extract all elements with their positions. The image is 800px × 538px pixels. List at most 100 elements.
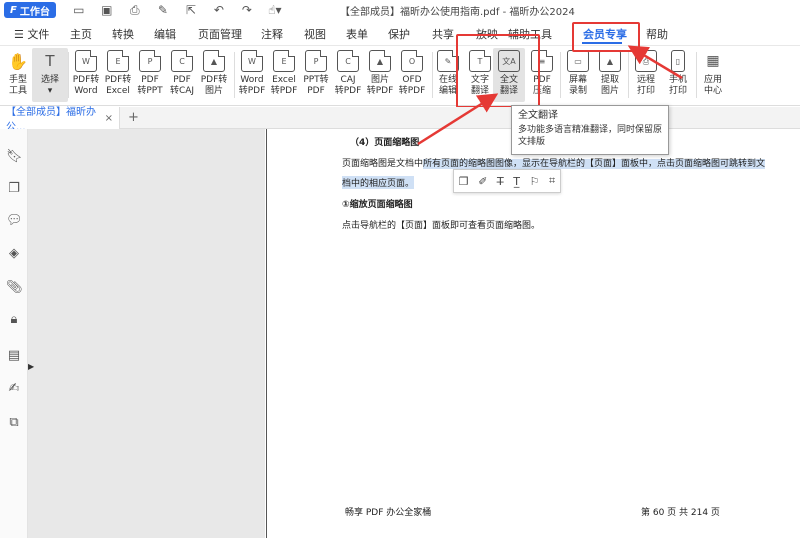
workbench-label: 工作台: [19, 6, 50, 18]
member-tab-highlight: [572, 22, 640, 52]
selected-text[interactable]: 所有页面的缩略图图像，显示在导航栏的【页面】面板中，点击页面缩略图可跳转到文: [423, 159, 766, 169]
ofd-to-pdf-button[interactable]: O OFD 转PDF: [394, 50, 430, 97]
menu-file-label: 文件: [27, 28, 50, 41]
menu-annotate[interactable]: 注释: [261, 26, 283, 42]
paragraph-1-end[interactable]: 档中的相应页面。: [342, 176, 415, 189]
app-center-label: 应用 中心: [703, 75, 722, 96]
full-translate-tooltip: 全文翻译 多功能多语言精准翻译，同时保留原文排版: [511, 105, 669, 155]
document-tab-bar: 【全部成员】福昕办公... × +: [0, 107, 800, 133]
document-tab[interactable]: 【全部成员】福昕办公... ×: [0, 107, 120, 133]
menu-home[interactable]: 主页: [70, 26, 92, 42]
remote-print-icon: ⎙: [635, 50, 657, 72]
image-to-pdf-label: 图片 转PDF: [366, 75, 394, 96]
ocr-text-icon[interactable]: ⌗: [549, 174, 555, 188]
compare-icon[interactable]: ⧉: [6, 415, 22, 431]
pdf-to-excel-label: PDF转 Excel: [104, 75, 132, 96]
save-icon[interactable]: ▣: [98, 3, 116, 18]
app-center-button[interactable]: ▦ 应用 中心: [695, 50, 731, 97]
excel-to-pdf-label: Excel 转PDF: [270, 75, 298, 96]
remote-print-label: 远程 打印: [636, 75, 655, 96]
redo-icon[interactable]: ↷: [238, 3, 256, 18]
online-edit-label: 在线 编辑: [438, 75, 457, 96]
pdf-to-word-button[interactable]: W PDF转 Word: [68, 50, 104, 97]
ppt-to-pdf-label: PPT转 PDF: [303, 75, 329, 96]
left-sidebar: 🔖︎ ❐ 💬︎ ◈ 📎︎ 🔒︎ ▤ ✍︎ ⧉: [0, 129, 28, 538]
menu-protect[interactable]: 保护: [388, 26, 410, 42]
collapse-panel-arrow-icon[interactable]: ▶: [28, 362, 34, 372]
menu-share[interactable]: 共享: [432, 26, 454, 42]
word-file-icon: W: [75, 50, 97, 72]
navigation-panel-area: [28, 129, 265, 538]
caj-file-icon: C: [337, 50, 359, 72]
extract-image-icon: ▲: [599, 50, 621, 72]
signature-icon[interactable]: ✍︎: [6, 381, 22, 397]
word-to-pdf-button[interactable]: W Word 转PDF: [234, 50, 270, 97]
pdf-to-excel-button[interactable]: E PDF转 Excel: [100, 50, 136, 97]
cursor-select-icon: T: [45, 51, 55, 70]
document-title: 【全部成员】福昕办公使用指南.pdf - 福昕办公2024: [340, 7, 575, 18]
page-footer-left: 畅享 PDF 办公全家桶: [345, 508, 432, 518]
undo-icon[interactable]: ↶: [210, 3, 228, 18]
paragraph-1-start: 页面缩略图是文档中: [342, 159, 424, 169]
bookmark-add-icon[interactable]: ⚐: [530, 175, 540, 188]
hand-tool-button[interactable]: ✋ 手型 工具: [0, 50, 36, 97]
highlight-pen-icon[interactable]: ✐: [478, 175, 487, 188]
pdf-to-image-label: PDF转 图片: [200, 75, 228, 96]
hand-icon: ✋: [8, 51, 28, 71]
strikethrough-icon[interactable]: T̶: [497, 175, 504, 188]
tooltip-title: 全文翻译: [518, 110, 558, 121]
mobile-print-label: 手机 打印: [668, 75, 687, 96]
screen-record-label: 屏幕 录制: [568, 75, 587, 96]
extract-image-button[interactable]: ▲ 提取 图片: [592, 50, 628, 97]
share-icon[interactable]: ⇱: [182, 3, 200, 18]
screen-record-button[interactable]: ▭ 屏幕 录制: [560, 50, 596, 97]
text-selection-toolbar: ❐ ✐ T̶ T̲ ⚐ ⌗: [453, 169, 561, 193]
menu-form[interactable]: 表单: [346, 26, 368, 42]
app-grid-icon: ▦: [706, 52, 720, 69]
extract-image-label: 提取 图片: [600, 75, 619, 96]
menu-bar: ☰ 文件 主页 转换 编辑 页面管理 注释 视图 表单 保护 共享 放映 辅助工…: [0, 20, 800, 46]
new-tab-button[interactable]: +: [128, 110, 139, 125]
menu-page-manage[interactable]: 页面管理: [198, 26, 242, 42]
security-lock-icon[interactable]: 🔒︎: [6, 312, 22, 328]
select-tool-label: 选择 ▾: [40, 75, 59, 96]
mobile-print-button[interactable]: ▯ 手机 打印: [660, 50, 696, 97]
menu-edit[interactable]: 编辑: [154, 26, 176, 42]
underline-icon[interactable]: T̲: [513, 175, 520, 188]
ppt-file-icon: P: [305, 50, 327, 72]
hand-dropdown-icon[interactable]: ☝▾: [266, 3, 284, 18]
pdf-to-caj-button[interactable]: C PDF 转CAJ: [164, 50, 200, 97]
image-to-pdf-button[interactable]: ▲ 图片 转PDF: [362, 50, 398, 97]
menu-help[interactable]: 帮助: [646, 26, 668, 42]
excel-to-pdf-button[interactable]: E Excel 转PDF: [266, 50, 302, 97]
ppt-to-pdf-button[interactable]: P PPT转 PDF: [298, 50, 334, 97]
pdf-to-ppt-button[interactable]: P PDF 转PPT: [132, 50, 168, 97]
page-thumbnail-icon[interactable]: ❐: [6, 181, 22, 197]
document-icon[interactable]: ▤: [6, 348, 22, 364]
edit-icon[interactable]: ✎: [154, 3, 172, 18]
comment-icon[interactable]: 💬︎: [6, 213, 23, 229]
remote-print-button[interactable]: ⎙ 远程 打印: [628, 50, 664, 97]
menu-convert[interactable]: 转换: [112, 26, 134, 42]
screen-record-icon: ▭: [567, 50, 589, 72]
workbench-button[interactable]: F 工作台: [4, 2, 56, 18]
open-folder-icon[interactable]: ▭: [70, 3, 88, 18]
layers-icon[interactable]: ◈: [6, 246, 22, 262]
tooltip-description: 多功能多语言精准翻译，同时保留原文排版: [518, 125, 663, 147]
page-heading: （4）页面缩略图: [350, 138, 420, 148]
print-icon[interactable]: ⎙: [126, 3, 144, 18]
image-file-icon: ▲: [203, 50, 225, 72]
pdf-to-ppt-label: PDF 转PPT: [137, 75, 163, 96]
copy-icon[interactable]: ❐: [459, 175, 469, 188]
bookmark-icon[interactable]: 🔖︎: [6, 149, 23, 165]
pdf-to-image-button[interactable]: ▲ PDF转 图片: [196, 50, 232, 97]
image-file-icon: ▲: [369, 50, 391, 72]
ribbon-toolbar: ✋ 手型 工具 T 选择 ▾ W PDF转 Word E PDF转 Excel P PDF 转PPT…: [0, 46, 800, 106]
select-tool-button[interactable]: T 选择 ▾: [32, 48, 68, 102]
menu-file[interactable]: ☰ 文件: [14, 26, 49, 42]
attachment-icon[interactable]: 📎︎: [6, 280, 23, 296]
caj-file-icon: C: [171, 50, 193, 72]
menu-view[interactable]: 视图: [304, 26, 326, 42]
close-tab-icon[interactable]: ×: [105, 113, 113, 124]
caj-to-pdf-button[interactable]: C CAJ 转PDF: [330, 50, 366, 97]
